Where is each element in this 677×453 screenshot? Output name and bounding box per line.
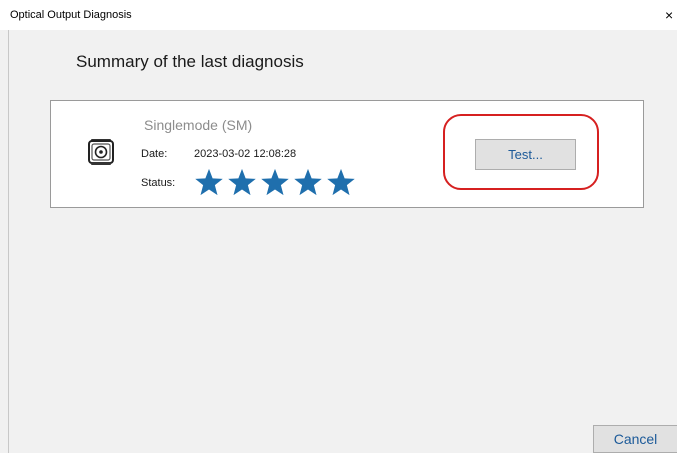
star-icon <box>228 168 256 196</box>
diagnosis-dialog: Optical Output Diagnosis × Summary of th… <box>0 0 677 453</box>
title-bar: Optical Output Diagnosis × <box>0 0 677 30</box>
date-value: 2023-03-02 12:08:28 <box>194 148 297 160</box>
diagnosis-summary-panel: Singlemode (SM) Date: 2023-03-02 12:08:2… <box>50 100 644 208</box>
status-rating <box>194 167 356 197</box>
status-label: Status: <box>141 177 176 189</box>
star-icon <box>327 168 355 196</box>
cancel-button[interactable]: Cancel <box>593 425 677 453</box>
close-button[interactable]: × <box>665 7 673 23</box>
window-title: Optical Output Diagnosis <box>10 9 132 21</box>
star-icon <box>195 168 223 196</box>
window-left-border <box>8 30 9 453</box>
star-icon <box>261 168 289 196</box>
test-button[interactable]: Test... <box>475 139 576 170</box>
date-label: Date: <box>141 148 168 160</box>
fiber-mode-label: Singlemode (SM) <box>144 117 253 133</box>
fiber-connector-icon <box>88 139 114 165</box>
star-icon <box>294 168 322 196</box>
page-title: Summary of the last diagnosis <box>76 52 304 71</box>
